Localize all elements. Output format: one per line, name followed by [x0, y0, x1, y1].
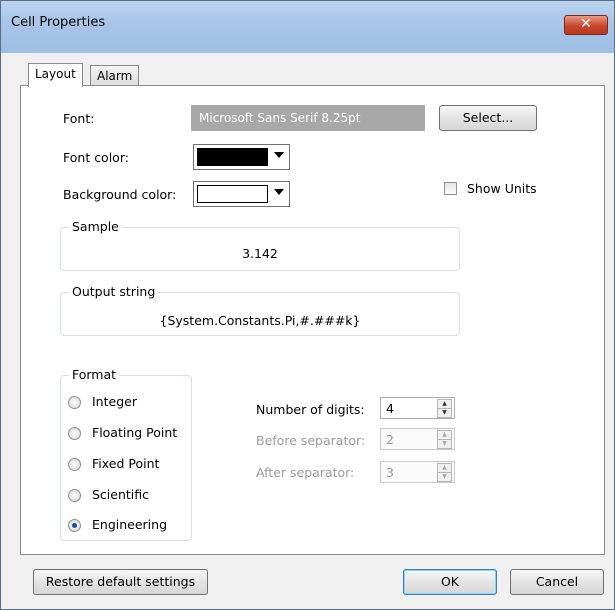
- output-string-group: Output string {System.Constants.Pi,#.###…: [60, 284, 460, 336]
- sample-group: Sample 3.142: [60, 219, 460, 271]
- close-icon: ✕: [580, 16, 592, 32]
- restore-defaults-button[interactable]: Restore default settings: [33, 569, 208, 595]
- cell-properties-window: Cell Properties ✕ Layout Alarm Font: Mic…: [0, 0, 615, 610]
- format-scientific-label[interactable]: Scientific: [92, 487, 149, 502]
- radio-fixed-point[interactable]: [68, 458, 81, 471]
- font-display-field: Microsoft Sans Serif 8.25pt: [191, 105, 425, 131]
- sample-value: 3.142: [242, 246, 278, 261]
- font-color-swatch: [197, 148, 268, 166]
- number-of-digits-label: Number of digits:: [256, 402, 365, 417]
- radio-floating-point[interactable]: [68, 427, 81, 440]
- font-color-picker[interactable]: [193, 144, 290, 170]
- spin-down-icon[interactable]: ▼: [437, 472, 452, 482]
- background-color-picker[interactable]: [193, 181, 290, 207]
- format-engineering-label[interactable]: Engineering: [92, 517, 167, 532]
- spin-down-icon[interactable]: ▼: [437, 408, 452, 418]
- after-separator-label: After separator:: [256, 465, 355, 480]
- spin-down-icon[interactable]: ▼: [437, 439, 452, 449]
- chevron-down-icon: [274, 152, 284, 158]
- format-integer-label[interactable]: Integer: [92, 394, 137, 409]
- output-string-group-title: Output string: [69, 284, 159, 299]
- before-separator-label: Before separator:: [256, 433, 366, 448]
- number-of-digits-spinner[interactable]: 4 ▲ ▼: [380, 397, 455, 419]
- sample-group-title: Sample: [69, 219, 122, 234]
- format-fixed-point-label[interactable]: Fixed Point: [92, 456, 159, 471]
- after-separator-spinner[interactable]: 3 ▲ ▼: [380, 461, 455, 483]
- before-separator-spinner[interactable]: 2 ▲ ▼: [380, 428, 455, 450]
- font-color-label: Font color:: [63, 150, 129, 165]
- tab-alarm[interactable]: Alarm: [90, 65, 140, 86]
- background-color-label: Background color:: [63, 187, 177, 202]
- format-group-title: Format: [69, 367, 120, 382]
- title-bar: Cell Properties ✕: [1, 1, 614, 53]
- show-units-checkbox[interactable]: [444, 182, 457, 195]
- output-string-value: {System.Constants.Pi,#.###k}: [159, 313, 361, 328]
- cancel-button[interactable]: Cancel: [510, 569, 604, 595]
- background-color-swatch: [197, 185, 268, 203]
- show-units-label[interactable]: Show Units: [467, 181, 537, 196]
- before-separator-value[interactable]: 2: [386, 432, 394, 447]
- window-title: Cell Properties: [11, 15, 106, 30]
- number-of-digits-value[interactable]: 4: [386, 401, 394, 416]
- tab-layout-label: Layout: [35, 67, 76, 81]
- radio-scientific[interactable]: [68, 489, 81, 502]
- ok-button[interactable]: OK: [403, 569, 497, 595]
- tab-layout[interactable]: Layout: [28, 63, 83, 87]
- after-separator-value[interactable]: 3: [386, 465, 394, 480]
- format-floating-point-label[interactable]: Floating Point: [92, 425, 177, 440]
- chevron-down-icon: [274, 189, 284, 195]
- tab-alarm-label: Alarm: [97, 69, 133, 83]
- close-button[interactable]: ✕: [564, 15, 608, 35]
- font-label: Font:: [63, 111, 95, 126]
- radio-integer[interactable]: [68, 396, 81, 409]
- select-font-button[interactable]: Select...: [439, 105, 537, 131]
- radio-engineering[interactable]: [68, 519, 81, 532]
